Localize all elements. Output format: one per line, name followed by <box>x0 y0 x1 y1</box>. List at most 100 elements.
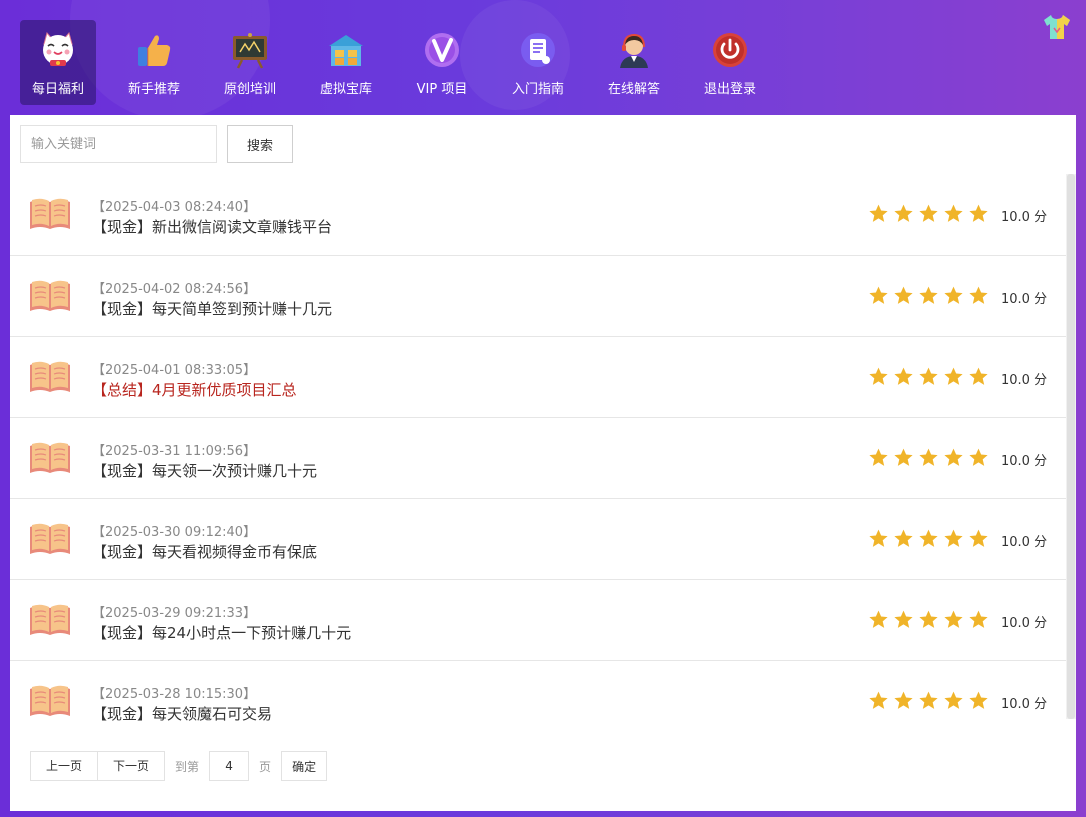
content-panel: 搜索 【2025-04-03 08:24:40】 【现金】新出微信阅读文章赚钱平… <box>10 115 1076 811</box>
list-scrollbar[interactable] <box>1066 174 1076 719</box>
nav-item-vip-projects[interactable]: VIP 项目 <box>404 20 480 105</box>
goto-confirm-button[interactable]: 确定 <box>281 751 328 781</box>
item-score: 10.0 分 <box>1001 454 1048 469</box>
star-icon <box>893 690 914 711</box>
item-title[interactable]: 【总结】4月更新优质项目汇总 <box>92 379 297 400</box>
item-date: 【2025-03-31 11:09:56】 <box>92 444 257 459</box>
star-icon <box>893 609 914 630</box>
rating-stars <box>868 528 993 549</box>
list-item[interactable]: 【2025-04-02 08:24:56】 【现金】每天简单签到预计赚十几元 1… <box>10 255 1066 336</box>
star-icon <box>918 285 939 306</box>
rating-stars <box>868 366 993 387</box>
star-icon <box>943 609 964 630</box>
top-navigation: 每日福利 新手推荐 原创培训 虚拟宝库 VIP 项目 入门指南 在线解答 退出登… <box>20 20 788 105</box>
page-number-input[interactable] <box>209 751 250 781</box>
star-icon <box>968 203 989 224</box>
item-score: 10.0 分 <box>1001 210 1048 225</box>
scrollbar-thumb[interactable] <box>1067 174 1075 719</box>
nav-item-label: 在线解答 <box>607 82 660 97</box>
list-item[interactable]: 【2025-03-30 09:12:40】 【现金】每天看视频得金币有保底 10… <box>10 498 1066 579</box>
star-icon <box>918 447 939 468</box>
rating-stars <box>868 285 993 306</box>
open-book-icon <box>28 440 72 476</box>
item-title[interactable]: 【现金】每天看视频得金币有保底 <box>92 541 317 562</box>
star-icon <box>868 447 889 468</box>
star-icon <box>868 690 889 711</box>
nav-item-label: VIP 项目 <box>416 82 468 97</box>
rating-stars <box>868 447 993 468</box>
list-item[interactable]: 【2025-04-03 08:24:40】 【现金】新出微信阅读文章赚钱平台 1… <box>10 174 1066 255</box>
item-date: 【2025-04-03 08:24:40】 <box>92 200 257 215</box>
item-title[interactable]: 【现金】每天简单签到预计赚十几元 <box>92 298 332 319</box>
support-agent-icon <box>614 30 654 70</box>
rating-stars <box>868 609 993 630</box>
star-icon <box>918 366 939 387</box>
item-date: 【2025-04-01 08:33:05】 <box>92 363 257 378</box>
nav-item-label: 退出登录 <box>703 82 756 97</box>
list-item[interactable]: 【2025-03-28 10:15:30】 【现金】每天领魔石可交易 10.0 … <box>10 660 1066 741</box>
item-title[interactable]: 【现金】每天领魔石可交易 <box>92 703 272 724</box>
nav-item-logout[interactable]: 退出登录 <box>692 20 768 105</box>
open-book-icon <box>28 521 72 557</box>
nav-item-virtual-treasury[interactable]: 虚拟宝库 <box>308 20 384 105</box>
article-list: 【2025-04-03 08:24:40】 【现金】新出微信阅读文章赚钱平台 1… <box>10 174 1066 741</box>
pagination: 上一页 下一页 到第 页 确定 <box>30 751 328 781</box>
star-icon <box>968 366 989 387</box>
prev-page-button[interactable]: 上一页 <box>30 751 99 781</box>
nav-item-label: 原创培训 <box>223 82 276 97</box>
power-icon <box>710 30 750 70</box>
open-book-icon <box>28 278 72 314</box>
star-icon <box>893 447 914 468</box>
goto-prefix-label: 到第 <box>175 759 200 774</box>
list-item[interactable]: 【2025-03-29 09:21:33】 【现金】每24小时点一下预计赚几十元… <box>10 579 1066 660</box>
open-book-icon <box>28 196 72 232</box>
treasury-icon <box>326 30 366 70</box>
star-icon <box>918 609 939 630</box>
item-score: 10.0 分 <box>1001 373 1048 388</box>
star-icon <box>893 203 914 224</box>
list-item[interactable]: 【2025-03-31 11:09:56】 【现金】每天领一次预计赚几十元 10… <box>10 417 1066 498</box>
nav-item-label: 入门指南 <box>511 82 564 97</box>
nav-item-newbie-recommend[interactable]: 新手推荐 <box>116 20 192 105</box>
open-book-icon <box>28 683 72 719</box>
star-icon <box>893 366 914 387</box>
star-icon <box>918 690 939 711</box>
star-icon <box>968 285 989 306</box>
star-icon <box>868 609 889 630</box>
open-book-icon <box>28 359 72 395</box>
search-button[interactable]: 搜索 <box>227 125 293 163</box>
nav-item-beginner-guide[interactable]: 入门指南 <box>500 20 576 105</box>
tshirt-icon[interactable] <box>1042 12 1072 42</box>
star-icon <box>943 690 964 711</box>
star-icon <box>893 285 914 306</box>
next-page-button[interactable]: 下一页 <box>98 751 166 781</box>
nav-item-daily-welfare[interactable]: 每日福利 <box>20 20 96 105</box>
star-icon <box>968 690 989 711</box>
open-book-icon <box>28 602 72 638</box>
rating-stars <box>868 203 993 224</box>
star-icon <box>868 285 889 306</box>
thumbs-up-icon <box>134 30 174 70</box>
star-icon <box>943 447 964 468</box>
item-date: 【2025-03-29 09:21:33】 <box>92 606 257 621</box>
item-title[interactable]: 【现金】新出微信阅读文章赚钱平台 <box>92 216 332 237</box>
goto-suffix-label: 页 <box>259 759 272 774</box>
item-date: 【2025-03-30 09:12:40】 <box>92 525 257 540</box>
nav-item-original-training[interactable]: 原创培训 <box>212 20 288 105</box>
list-item[interactable]: 【2025-04-01 08:33:05】 【总结】4月更新优质项目汇总 10.… <box>10 336 1066 417</box>
item-title[interactable]: 【现金】每天领一次预计赚几十元 <box>92 460 317 481</box>
star-icon <box>943 285 964 306</box>
star-icon <box>943 366 964 387</box>
blackboard-icon <box>230 30 270 70</box>
nav-item-online-answers[interactable]: 在线解答 <box>596 20 672 105</box>
item-title[interactable]: 【现金】每24小时点一下预计赚几十元 <box>92 622 351 643</box>
item-score: 10.0 分 <box>1001 535 1048 550</box>
rating-stars <box>868 690 993 711</box>
guide-document-icon <box>518 30 558 70</box>
item-score: 10.0 分 <box>1001 697 1048 712</box>
star-icon <box>868 366 889 387</box>
search-input[interactable] <box>20 125 217 163</box>
star-icon <box>868 528 889 549</box>
item-date: 【2025-04-02 08:24:56】 <box>92 282 257 297</box>
lucky-cat-icon <box>38 30 78 70</box>
